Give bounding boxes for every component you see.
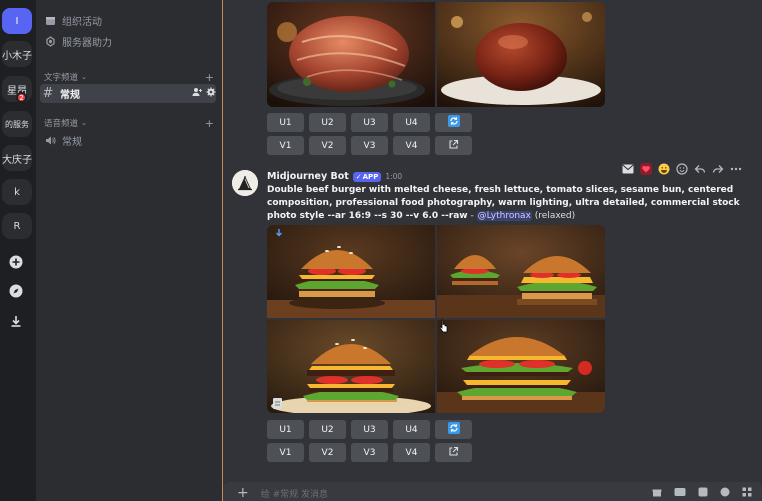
v3-button[interactable]: V3 <box>351 136 388 155</box>
apps-icon[interactable] <box>742 487 752 500</box>
gift-icon[interactable] <box>652 487 662 500</box>
invite-icon[interactable] <box>192 87 202 100</box>
chevron-down-icon: ⌄ <box>81 73 87 81</box>
u2-button[interactable]: U2 <box>309 420 346 439</box>
v3-button[interactable]: V3 <box>351 443 388 462</box>
add-channel-icon[interactable]: + <box>205 71 214 84</box>
u4-button[interactable]: U4 <box>393 113 430 132</box>
more-options-icon[interactable] <box>729 163 742 176</box>
bot-avatar[interactable] <box>232 170 258 196</box>
unread-badge: 2 <box>16 92 27 103</box>
category-voice[interactable]: 语音频道 ⌄ + <box>44 116 214 130</box>
u2-button[interactable]: U2 <box>309 113 346 132</box>
forward-icon[interactable] <box>711 163 724 176</box>
v2-button[interactable]: V2 <box>309 136 346 155</box>
server-rail: I 小木子 星昂 2 的服务 大庆子 k R <box>0 0 36 501</box>
category-text[interactable]: 文字频道 ⌄ + <box>44 70 214 84</box>
grin-reaction-icon[interactable] <box>657 163 670 176</box>
server-1[interactable]: 小木子 <box>2 41 32 67</box>
user-mention[interactable]: @Lythronax <box>476 211 532 221</box>
sidebar-item-boost[interactable]: 服务器助力 <box>42 31 216 51</box>
variation-row-prev: V1 V2 V3 V4 <box>267 136 472 155</box>
boost-icon <box>42 33 58 49</box>
u3-button[interactable]: U3 <box>351 420 388 439</box>
v4-button[interactable]: V4 <box>393 443 430 462</box>
v2-button[interactable]: V2 <box>309 443 346 462</box>
gif-icon[interactable] <box>674 487 686 500</box>
channel-general-text[interactable]: # 常规 <box>40 84 216 103</box>
web-link-button[interactable] <box>435 443 472 462</box>
chat-area: U1 U2 U3 U4 V1 V2 V3 V4 Midjourney Bot ✓… <box>222 0 762 501</box>
explore-icon[interactable] <box>2 278 30 304</box>
server-active[interactable]: I <box>2 8 32 34</box>
server-3[interactable]: 的服务 <box>2 111 32 137</box>
u3-button[interactable]: U3 <box>351 113 388 132</box>
u4-button[interactable]: U4 <box>393 420 430 439</box>
u1-button[interactable]: U1 <box>267 420 304 439</box>
attachment-icon[interactable] <box>273 398 282 409</box>
burger-image-4[interactable] <box>437 320 605 413</box>
attach-plus-icon[interactable]: + <box>237 485 249 501</box>
external-link-icon <box>448 139 459 153</box>
calendar-icon <box>42 12 58 28</box>
mode-status: (relaxed) <box>531 211 576 221</box>
server-4[interactable]: 大庆子 <box>2 145 32 171</box>
burger-image-3[interactable] <box>267 320 435 413</box>
discord-window: I 小木子 星昂 2 的服务 大庆子 k R 组织活动 服务器助力 文字频道 ⌄… <box>0 0 762 501</box>
app-badge: ✓ APP <box>352 171 382 182</box>
channel-general-voice[interactable]: 常规 <box>42 130 216 150</box>
add-server-icon[interactable] <box>2 249 30 275</box>
hashtag-icon: # <box>42 86 54 101</box>
heart-reaction-icon[interactable] <box>639 163 652 176</box>
previous-image-grid[interactable] <box>267 2 605 107</box>
settings-gear-icon[interactable] <box>206 87 216 100</box>
upscale-row: U1 U2 U3 U4 <box>267 420 472 439</box>
message-header: Midjourney Bot ✓ APP 1:00 <box>267 171 402 182</box>
timestamp: 1:00 <box>385 172 403 181</box>
reroll-icon <box>447 422 460 437</box>
add-reaction-icon[interactable] <box>675 163 688 176</box>
v1-button[interactable]: V1 <box>267 136 304 155</box>
message-composer[interactable]: + 给 #常规 发消息 <box>223 482 762 501</box>
reroll-button[interactable] <box>435 420 472 439</box>
burger-image-2[interactable] <box>437 225 605 318</box>
prompt-text: Double beef burger with melted cheese, f… <box>267 185 740 221</box>
sticker-icon[interactable] <box>698 487 708 500</box>
mouse-cursor <box>439 318 449 337</box>
upscale-row-prev: U1 U2 U3 U4 <box>267 113 472 132</box>
ham-image-1[interactable] <box>267 2 435 107</box>
composer-placeholder: 给 #常规 发消息 <box>260 489 328 500</box>
variation-row: V1 V2 V3 V4 <box>267 443 472 462</box>
server-5[interactable]: k <box>2 179 32 205</box>
author-name[interactable]: Midjourney Bot <box>267 171 349 182</box>
web-link-button[interactable] <box>435 136 472 155</box>
v1-button[interactable]: V1 <box>267 443 304 462</box>
download-icon[interactable] <box>2 308 30 334</box>
burger-image-grid[interactable] <box>267 225 605 413</box>
reroll-button[interactable] <box>435 113 472 132</box>
speaker-icon <box>42 132 58 148</box>
server-6[interactable]: R <box>2 213 32 239</box>
burger-image-1[interactable] <box>267 225 435 318</box>
external-link-icon <box>448 446 459 460</box>
reply-icon[interactable] <box>693 163 706 176</box>
reroll-icon <box>447 115 460 130</box>
channel-sidebar: 组织活动 服务器助力 文字频道 ⌄ + # 常规 语音频道 ⌄ + 常规 <box>36 0 222 501</box>
emoji-icon[interactable] <box>720 487 730 500</box>
check-icon: ✓ <box>355 172 362 181</box>
u1-button[interactable]: U1 <box>267 113 304 132</box>
ham-image-2[interactable] <box>437 2 605 107</box>
message-hover-toolbar <box>621 160 742 178</box>
v4-button[interactable]: V4 <box>393 136 430 155</box>
add-voice-channel-icon[interactable]: + <box>205 117 214 130</box>
chevron-down-icon: ⌄ <box>81 119 87 127</box>
sidebar-item-events[interactable]: 组织活动 <box>42 10 216 30</box>
mail-icon[interactable] <box>621 163 634 176</box>
